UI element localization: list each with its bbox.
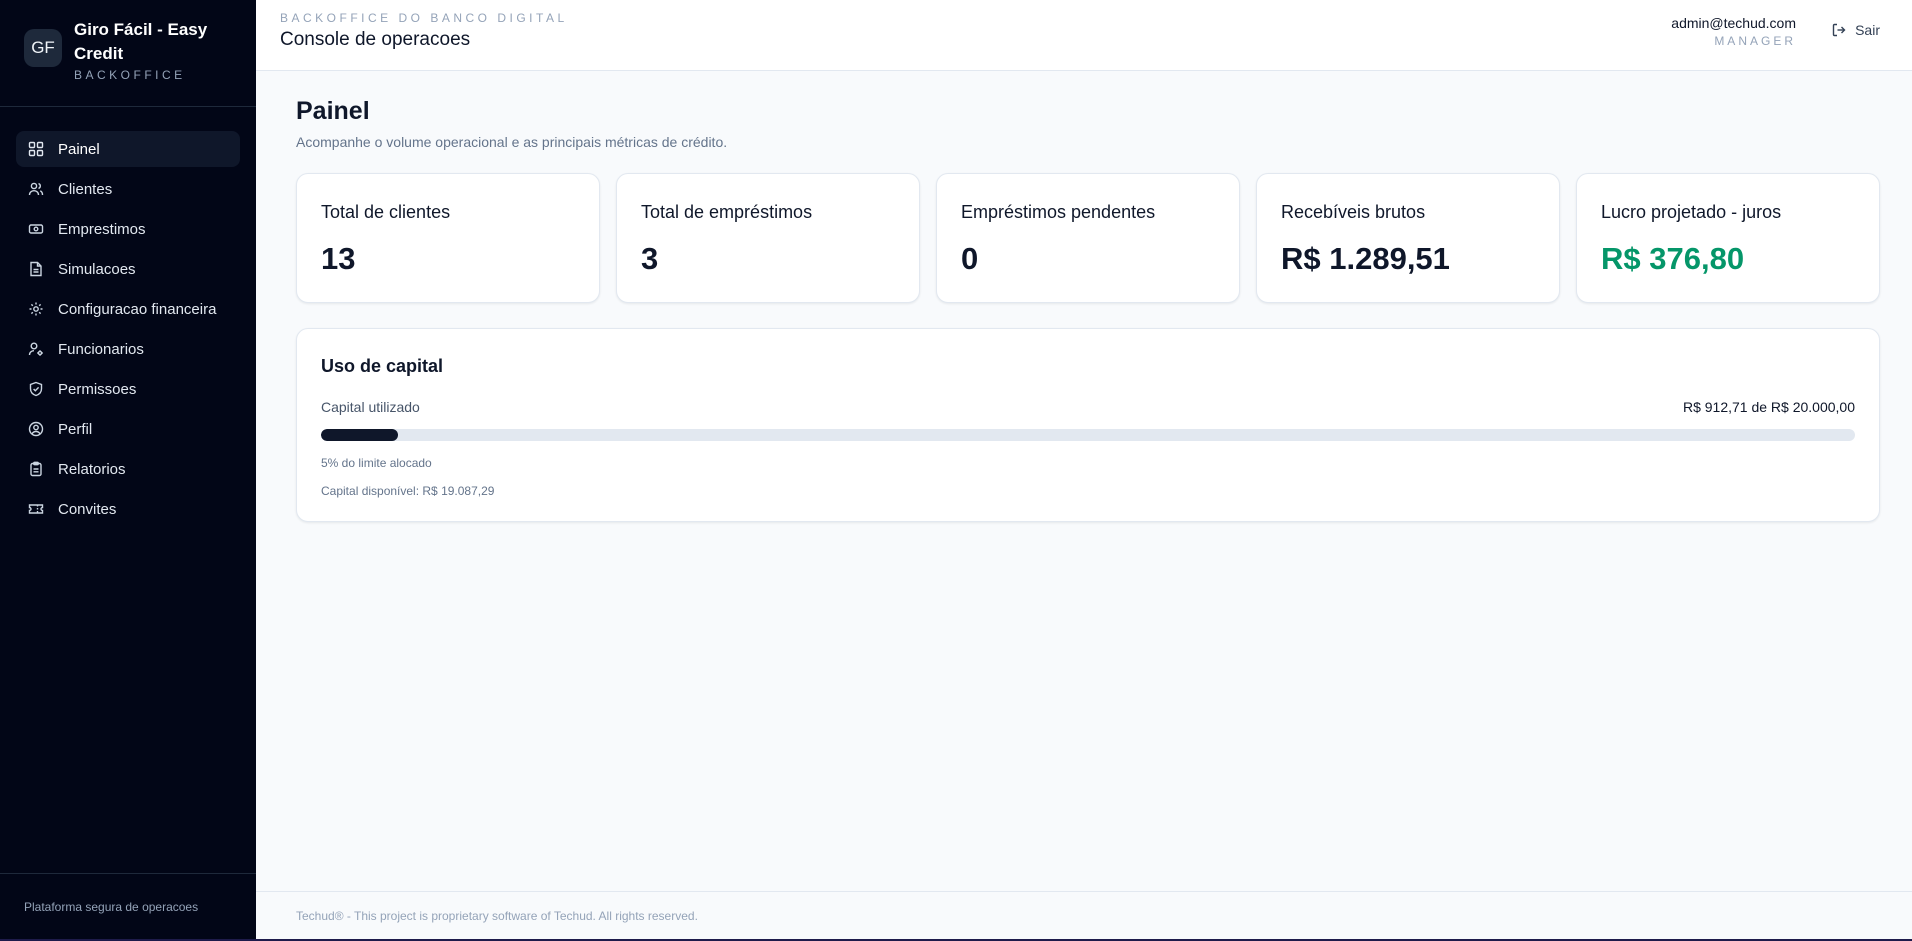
ticket-icon <box>28 501 44 517</box>
banknote-icon <box>28 221 44 237</box>
page-description: Acompanhe o volume operacional e as prin… <box>296 134 728 150</box>
brand: GF Giro Fácil - Easy Credit BACKOFFICE <box>0 0 256 107</box>
capital-row: Capital utilizado R$ 912,71 de R$ 20.000… <box>321 399 1855 415</box>
sidebar-item-label: Clientes <box>58 180 113 198</box>
metric-label: Lucro projetado - juros <box>1601 202 1782 222</box>
brand-subtitle: BACKOFFICE <box>74 68 186 82</box>
brand-avatar: GF <box>24 29 62 67</box>
metric-label: Total de clientes <box>321 202 451 222</box>
grid-icon <box>28 141 44 157</box>
metric-value: 0 <box>961 241 979 276</box>
metric-card-lucro-projetado: Lucro projetado - juros R$ 376,80 <box>1576 173 1880 303</box>
sidebar-item-perfil[interactable]: Perfil <box>16 411 240 447</box>
logout-label: Sair <box>1855 22 1880 38</box>
sidebar-item-label: Funcionarios <box>58 340 144 358</box>
user-info: admin@techud.com MANAGER <box>1671 15 1796 48</box>
sidebar-item-painel[interactable]: Painel <box>16 131 240 167</box>
users-icon <box>28 181 44 197</box>
metric-value: R$ 376,80 <box>1601 241 1745 276</box>
brand-text: Giro Fácil - Easy Credit BACKOFFICE <box>74 18 224 82</box>
metric-label: Total de empréstimos <box>641 202 813 222</box>
capital-usage-card: Uso de capital Capital utilizado R$ 912,… <box>296 328 1880 522</box>
user-cog-icon <box>28 341 44 357</box>
clipboard-icon <box>28 461 44 477</box>
sidebar-footer: Plataforma segura de operacoes <box>0 873 256 941</box>
capital-used-amount: R$ 912,71 de R$ 20.000,00 <box>1682 399 1855 415</box>
logout-button[interactable]: Sair <box>1831 22 1880 38</box>
metric-card-emprestimos-pendentes: Empréstimos pendentes 0 <box>936 173 1240 303</box>
capital-available-note: Capital disponível: R$ 19.087,29 <box>321 484 495 498</box>
capital-progress-bar <box>321 429 1855 441</box>
capital-title: Uso de capital <box>321 356 444 376</box>
capital-allocated-note: 5% do limite alocado <box>321 456 432 470</box>
page-title: Painel <box>296 97 370 125</box>
metric-card-total-emprestimos: Total de empréstimos 3 <box>616 173 920 303</box>
sidebar-item-convites[interactable]: Convites <box>16 491 240 527</box>
sidebar-item-clientes[interactable]: Clientes <box>16 171 240 207</box>
sidebar-item-permissoes[interactable]: Permissoes <box>16 371 240 407</box>
sidebar-item-simulacoes[interactable]: Simulacoes <box>16 251 240 287</box>
logout-icon <box>1832 23 1846 37</box>
metric-card-total-clientes: Total de clientes 13 <box>296 173 600 303</box>
brand-name: Giro Fácil - Easy Credit <box>74 20 208 63</box>
header-title: Console de operacoes <box>280 29 471 50</box>
sidebar-item-label: Emprestimos <box>58 220 146 238</box>
page-footer: Techud® - This project is proprietary so… <box>256 891 1912 941</box>
metric-card-recebiveis-brutos: Recebíveis brutos R$ 1.289,51 <box>1256 173 1560 303</box>
sidebar-item-label: Simulacoes <box>58 260 136 278</box>
user-email: admin@techud.com <box>1671 15 1796 31</box>
top-header: BACKOFFICE DO BANCO DIGITAL Console de o… <box>256 0 1912 71</box>
user-circle-icon <box>28 421 44 437</box>
sidebar-item-label: Painel <box>58 140 100 158</box>
settings-icon <box>28 301 44 317</box>
metric-label: Empréstimos pendentes <box>961 202 1156 222</box>
sidebar-item-configuracao-financeira[interactable]: Configuracao financeira <box>16 291 240 327</box>
header-kicker: BACKOFFICE DO BANCO DIGITAL <box>280 11 568 25</box>
metric-value: 3 <box>641 241 659 276</box>
shield-check-icon <box>28 381 44 397</box>
sidebar-item-relatorios[interactable]: Relatorios <box>16 451 240 487</box>
capital-used-label: Capital utilizado <box>321 399 420 415</box>
sidebar: GF Giro Fácil - Easy Credit BACKOFFICE P… <box>0 0 256 941</box>
metric-label: Recebíveis brutos <box>1281 202 1426 222</box>
capital-progress-fill <box>321 429 398 441</box>
metric-value: 13 <box>321 241 356 276</box>
user-role: MANAGER <box>1714 34 1796 48</box>
sidebar-item-funcionarios[interactable]: Funcionarios <box>16 331 240 367</box>
metric-value: R$ 1.289,51 <box>1281 241 1450 276</box>
main-content: Painel Acompanhe o volume operacional e … <box>256 71 1912 891</box>
sidebar-item-label: Configuracao financeira <box>58 300 217 318</box>
sidebar-item-emprestimos[interactable]: Emprestimos <box>16 211 240 247</box>
sidebar-item-label: Perfil <box>58 420 93 438</box>
sidebar-item-label: Permissoes <box>58 380 137 398</box>
file-text-icon <box>28 261 44 277</box>
sidebar-item-label: Relatorios <box>58 460 126 478</box>
metric-cards: Total de clientes 13 Total de empréstimo… <box>296 173 1880 303</box>
sidebar-nav: Painel Clientes Emprestimos Simulacoes C… <box>0 107 256 527</box>
sidebar-item-label: Convites <box>58 500 117 518</box>
